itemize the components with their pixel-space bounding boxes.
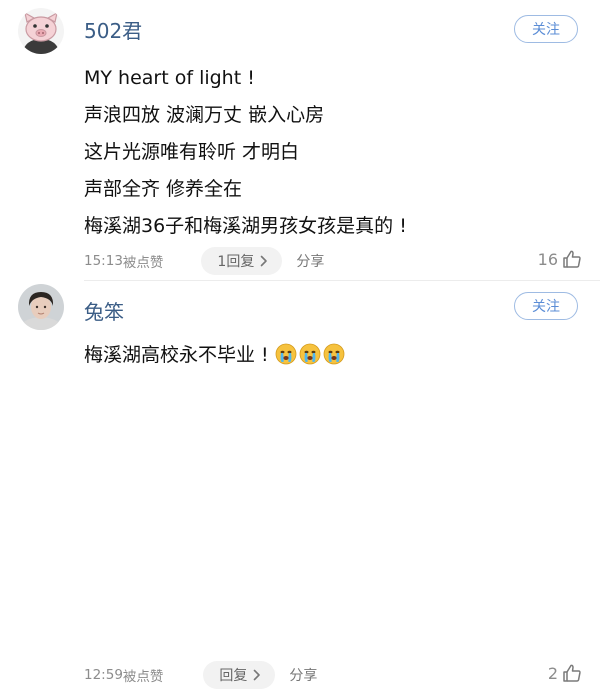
comment-item: 兔笨 关注 梅溪湖高校永不毕业 ! 12:59 被点赞 回复 分享 2: [0, 280, 600, 689]
comment-line: 声浪四放 波澜万丈 嵌入心房: [84, 104, 325, 126]
follow-button[interactable]: 关注: [514, 15, 578, 43]
liked-by-label[interactable]: 被点赞: [123, 665, 164, 685]
thumbs-up-icon: [563, 664, 581, 682]
username[interactable]: 502君: [84, 15, 142, 44]
crying-face-emoji-icon: [323, 343, 345, 365]
share-button[interactable]: 分享: [289, 665, 317, 685]
comment-line: 声部全齐 修养全在: [84, 178, 243, 200]
comment-text-content: 梅溪湖高校永不毕业 !: [84, 344, 269, 366]
username[interactable]: 兔笨: [84, 296, 124, 325]
reply-button[interactable]: 1回复: [201, 247, 283, 275]
comment-item: 502君 关注 MY heart of light ! 声浪四放 波澜万丈 嵌入…: [0, 0, 600, 280]
crying-face-emoji-icon: [299, 343, 321, 365]
user-avatar[interactable]: [18, 8, 64, 54]
like-button[interactable]: 2: [548, 663, 582, 683]
chevron-right-icon: [261, 255, 268, 267]
person-photo-avatar-icon: [18, 284, 64, 330]
comment-line: 梅溪湖高校永不毕业 !: [84, 337, 580, 374]
liked-by-label[interactable]: 被点赞: [123, 251, 164, 271]
like-count: 2: [547, 663, 558, 683]
chevron-right-icon: [254, 669, 261, 681]
comment-line: MY heart of light !: [84, 67, 255, 89]
comment-meta: 12:59 被点赞 回复 分享: [84, 660, 317, 690]
pig-avatar-icon: [18, 8, 64, 54]
comment-line: 梅溪湖36子和梅溪湖男孩女孩是真的 !: [84, 215, 407, 237]
like-button[interactable]: 16: [538, 249, 582, 269]
follow-button[interactable]: 关注: [514, 292, 578, 320]
comment-time: 15:13: [84, 253, 123, 269]
reply-button[interactable]: 回复: [203, 661, 276, 689]
comment-meta: 15:13 被点赞 1回复 分享: [84, 246, 324, 276]
thumbs-up-icon: [563, 250, 581, 268]
share-button[interactable]: 分享: [296, 251, 324, 271]
comment-time: 12:59: [84, 667, 123, 683]
reply-label: 1回复: [217, 254, 255, 270]
reply-label: 回复: [219, 668, 248, 684]
crying-face-emoji-icon: [275, 343, 297, 365]
user-avatar[interactable]: [18, 284, 64, 330]
like-count: 16: [537, 249, 558, 269]
comment-text: 梅溪湖高校永不毕业 !: [84, 337, 580, 374]
comment-text: MY heart of light ! 声浪四放 波澜万丈 嵌入心房 这片光源唯…: [84, 60, 580, 245]
comment-line: 这片光源唯有聆听 才明白: [84, 141, 300, 163]
